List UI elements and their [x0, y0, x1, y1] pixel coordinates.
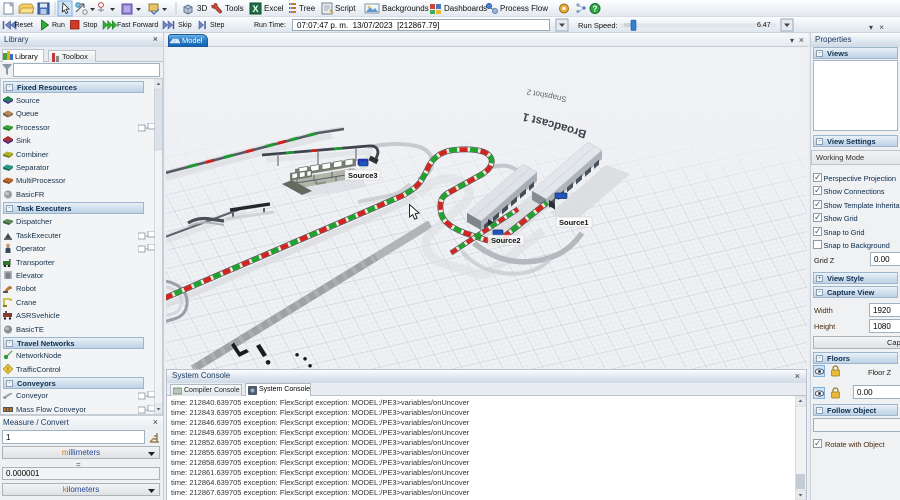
svg-text:X: X [252, 4, 258, 14]
svg-text:?: ? [593, 5, 598, 14]
svg-text:Source3: Source3 [348, 171, 378, 180]
svg-text:Snapshot 2: Snapshot 2 [525, 87, 567, 104]
svg-text:Source1: Source1 [559, 218, 589, 227]
svg-text:Broadcast 1: Broadcast 1 [521, 110, 588, 140]
svg-text:Source2: Source2 [491, 236, 521, 245]
